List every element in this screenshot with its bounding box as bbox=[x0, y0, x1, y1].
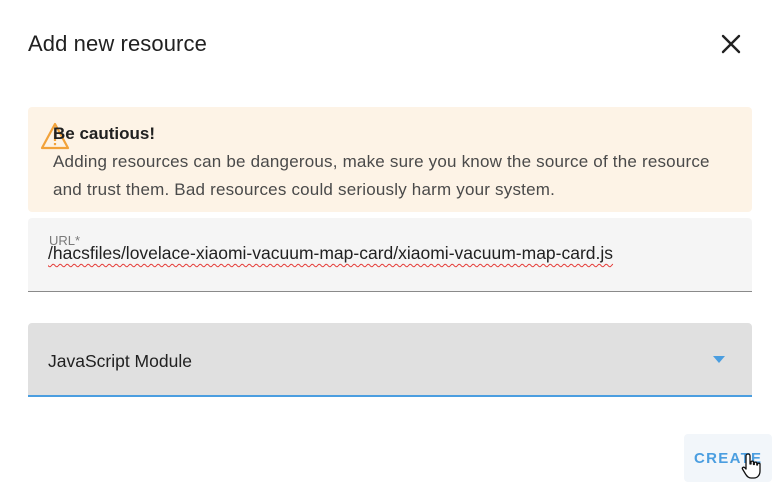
alert-message: Adding resources can be dangerous, make … bbox=[53, 152, 710, 199]
resource-type-selected-value: JavaScript Module bbox=[48, 351, 192, 371]
alert-title: Be cautious! bbox=[53, 124, 156, 143]
url-input[interactable]: /hacsfiles/lovelace-xiaomi-vacuum-map-ca… bbox=[48, 243, 613, 264]
close-icon bbox=[721, 34, 741, 54]
hand-pointer-cursor-icon bbox=[741, 453, 761, 479]
arrow-drop-down-icon bbox=[713, 356, 725, 363]
close-button[interactable] bbox=[714, 27, 748, 61]
add-resource-dialog: Add new resource Be cautious! Adding res… bbox=[0, 0, 774, 484]
url-field[interactable]: URL* /hacsfiles/lovelace-xiaomi-vacuum-m… bbox=[28, 218, 752, 292]
dialog-title: Add new resource bbox=[28, 31, 207, 56]
resource-type-select[interactable]: JavaScript Module bbox=[28, 323, 752, 397]
